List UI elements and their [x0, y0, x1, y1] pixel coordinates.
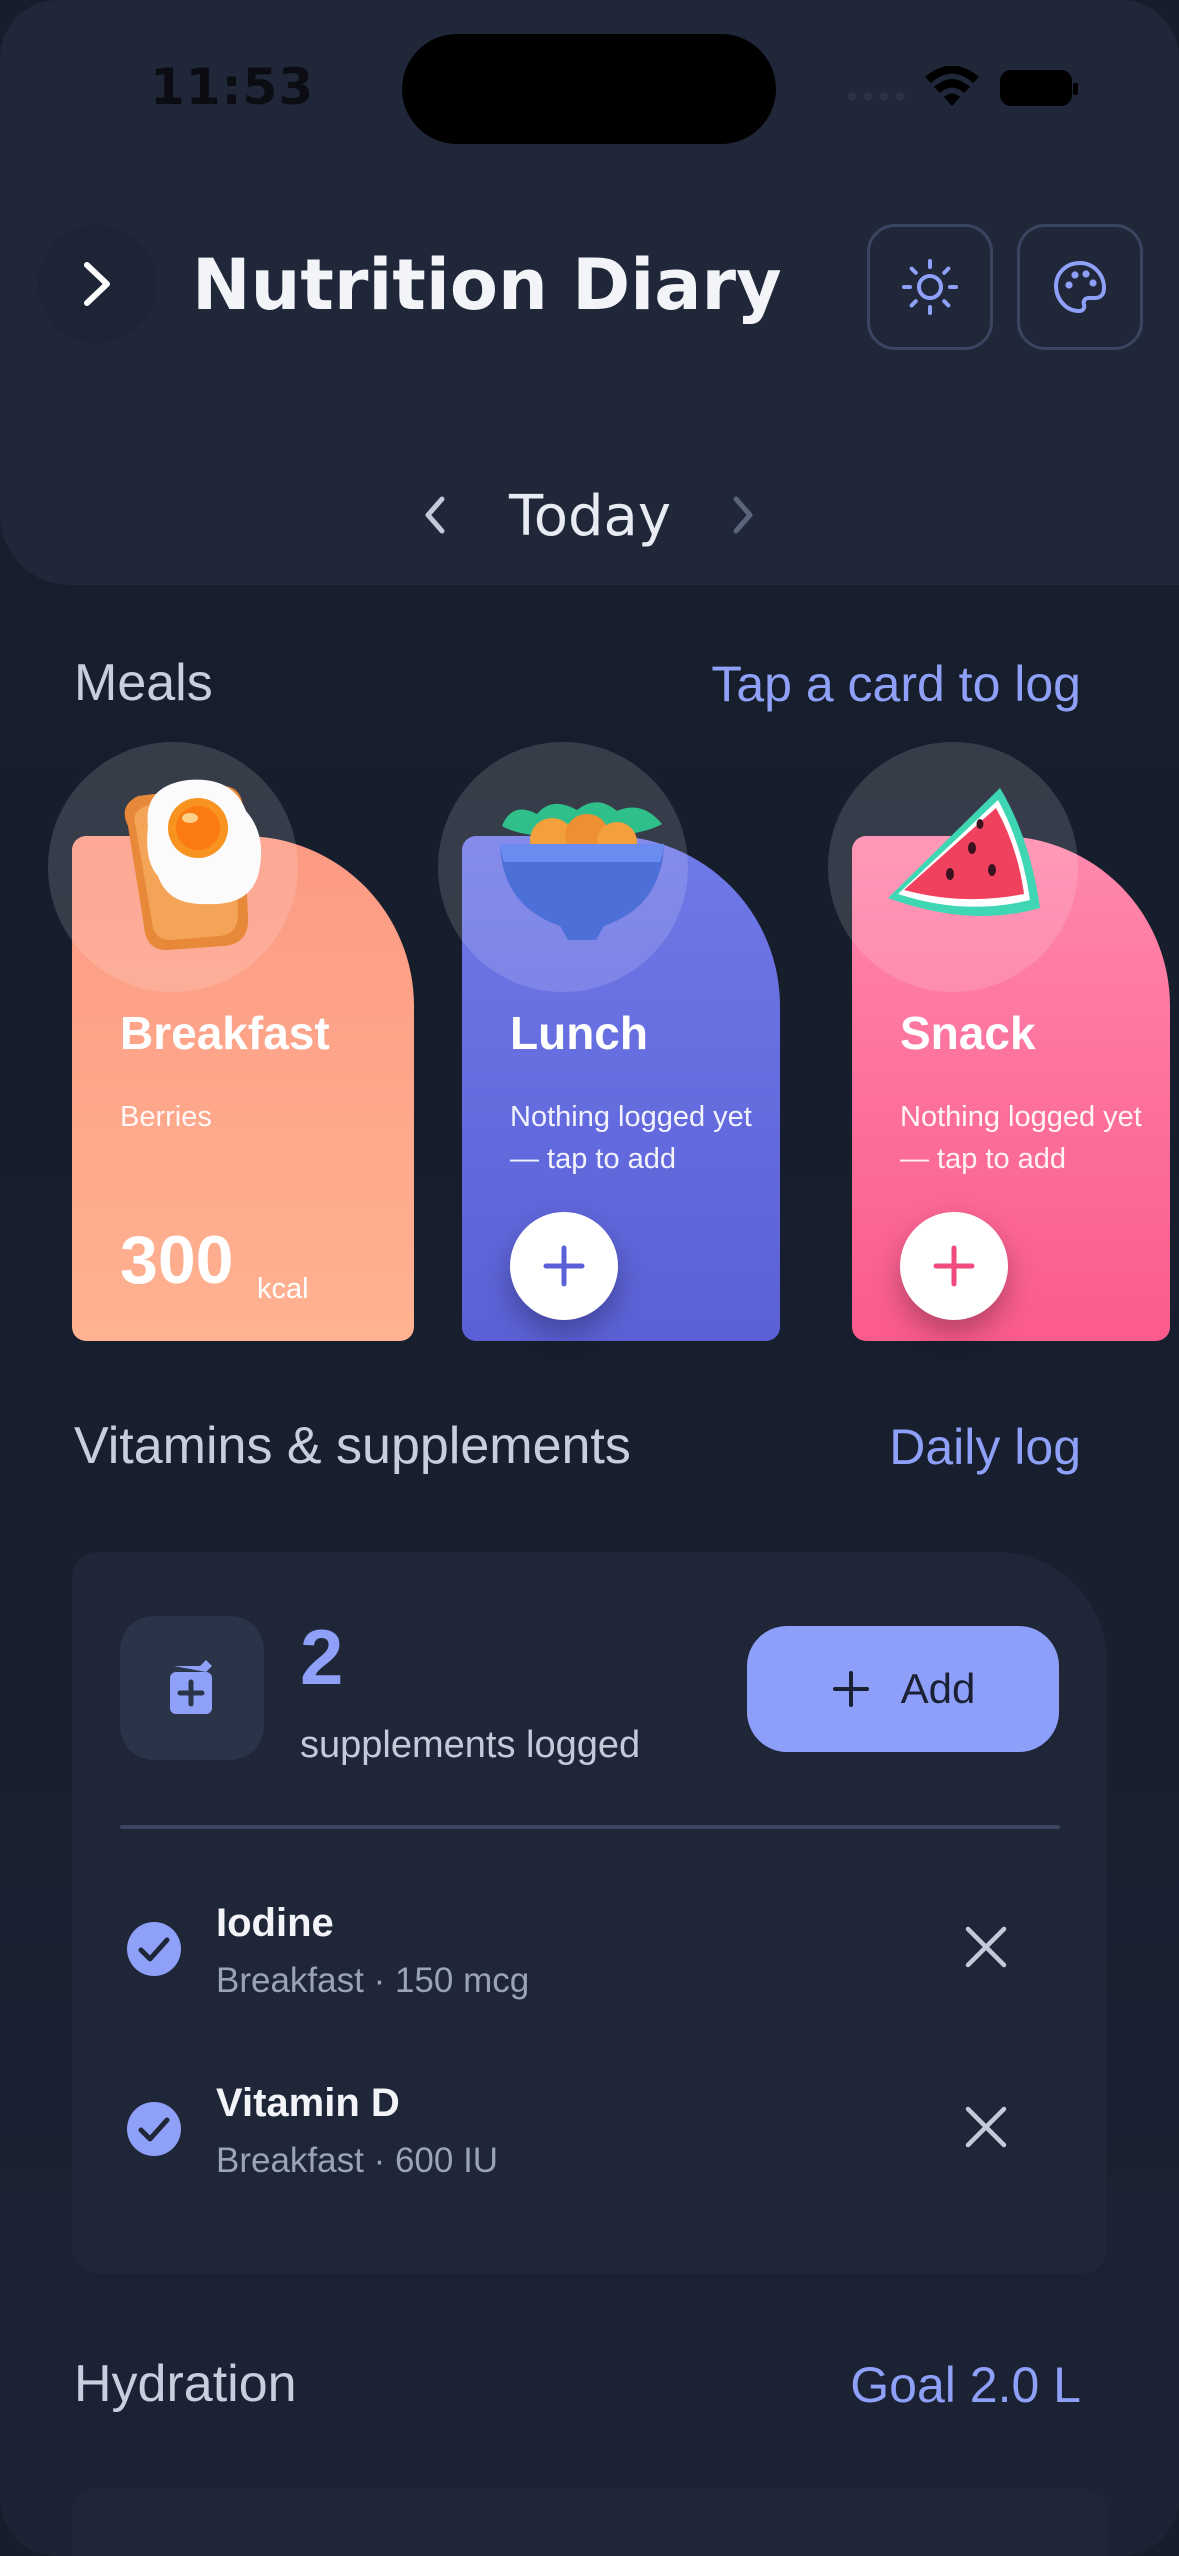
hydration-section-title: Hydration	[74, 2355, 297, 2413]
sun-icon	[902, 259, 958, 315]
divider	[120, 1825, 1060, 1829]
date-navigator: Today	[0, 470, 1179, 560]
palette-icon	[1054, 261, 1106, 313]
remove-supplement-button[interactable]	[956, 2097, 1016, 2157]
app-screen: 11:53 Nutrition Diary Today Meals Tap a …	[0, 0, 1179, 2556]
meal-name: Lunch	[510, 1007, 648, 1059]
check-circle-icon	[127, 1922, 181, 1976]
dynamic-island	[402, 34, 776, 144]
plus-icon	[933, 1245, 975, 1287]
close-icon	[965, 1926, 1007, 1968]
battery-icon	[1000, 70, 1078, 106]
close-icon	[965, 2106, 1007, 2148]
wifi-icon	[925, 66, 979, 106]
hydration-goal[interactable]: Goal 2.0 L	[850, 2356, 1081, 2414]
meals-hint: Tap a card to log	[711, 656, 1081, 712]
supplement-jar-icon-box	[120, 1616, 264, 1760]
supplement-details: Breakfast · 600 IU	[216, 2141, 499, 2180]
check-circle-icon	[127, 2102, 181, 2156]
add-lunch-button[interactable]	[510, 1212, 618, 1320]
fried-egg-toast-icon	[124, 779, 262, 951]
plus-icon	[832, 1671, 869, 1707]
date-label: Today	[509, 484, 671, 549]
add-supplement-button[interactable]: Add	[747, 1626, 1059, 1752]
supplement-name: Iodine	[216, 1901, 334, 1945]
meal-items: Nothing logged yet — tap to add	[900, 1101, 1142, 1175]
palette-button[interactable]	[1017, 224, 1143, 350]
signal-icon	[848, 92, 905, 101]
chevron-right-icon	[84, 262, 110, 306]
supplement-details: Breakfast · 150 mcg	[216, 1961, 530, 2000]
meal-name: Snack	[900, 1007, 1036, 1059]
supplement-jar-icon	[170, 1660, 212, 1714]
supplement-count-label: supplements logged	[300, 1724, 641, 1766]
next-day-button[interactable]	[718, 490, 768, 540]
supplement-count: 2	[300, 1613, 344, 1701]
menu-button[interactable]	[38, 225, 156, 343]
previous-day-button[interactable]	[410, 490, 460, 540]
add-supplement-label: Add	[900, 1665, 976, 1712]
watermelon-slice-icon	[888, 788, 1040, 916]
theme-toggle-button[interactable]	[867, 224, 993, 350]
meal-calories-unit: kcal	[257, 1273, 309, 1305]
status-time: 11:53	[150, 58, 315, 116]
chevron-right-icon	[733, 496, 753, 534]
page-title: Nutrition Diary	[192, 244, 782, 326]
daily-log-link[interactable]: Daily log	[889, 1418, 1081, 1476]
supplement-row: Vitamin D Breakfast · 600 IU	[72, 2057, 1107, 2207]
meals-section-title: Meals	[74, 654, 213, 712]
plus-icon	[543, 1245, 585, 1287]
salad-bowl-icon	[500, 802, 664, 940]
supplements-section-title: Vitamins & supplements	[74, 1417, 631, 1475]
remove-supplement-button[interactable]	[956, 1917, 1016, 1977]
meal-calories: 300	[120, 1222, 234, 1298]
meal-items: Nothing logged yet — tap to add	[510, 1101, 752, 1175]
hydration-card	[72, 2488, 1107, 2556]
supplement-row: Iodine Breakfast · 150 mcg	[72, 1877, 1107, 2027]
supplement-name: Vitamin D	[216, 2081, 400, 2125]
meal-name: Breakfast	[120, 1007, 330, 1059]
meal-items: Berries	[120, 1101, 212, 1133]
chevron-left-icon	[425, 496, 445, 534]
supplements-card: 2 supplements logged Add Iodine Breakfas…	[72, 1552, 1107, 2274]
add-snack-button[interactable]	[900, 1212, 1008, 1320]
